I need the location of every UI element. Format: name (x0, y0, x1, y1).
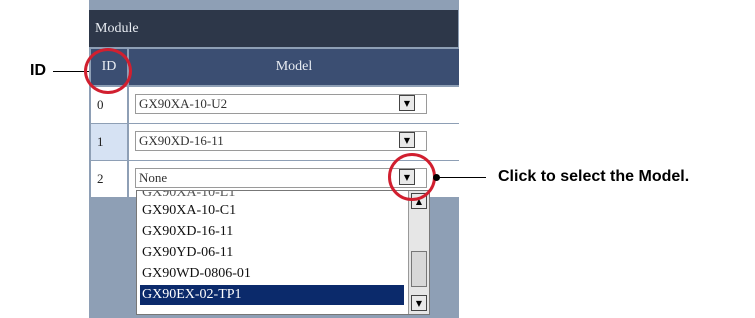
dropdown-scrollbar[interactable]: ▲ ▼ (408, 191, 429, 314)
id-highlight-circle (84, 48, 132, 94)
row-id: 1 (91, 124, 127, 160)
dropdown-option-highlighted[interactable]: GX90EX-02-TP1 (140, 285, 404, 305)
id-callout-label: ID (30, 62, 46, 79)
model-callout-line (437, 177, 486, 178)
dropdown-arrow-icon[interactable]: ▼ (399, 95, 415, 111)
dropdown-option[interactable]: GX90WD-0806-01 (140, 264, 404, 284)
table-row: 0 GX90XA-10-U2 ▼ (91, 87, 459, 123)
model-cell: GX90XA-10-U2 ▼ (129, 87, 459, 123)
dropdown-option[interactable]: GX90XA-10-C1 (140, 201, 404, 221)
dropdown-option[interactable]: GX90YD-06-11 (140, 243, 404, 263)
scrollbar-thumb[interactable] (411, 251, 427, 287)
arrow-highlight-circle (388, 153, 436, 201)
dropdown-option[interactable]: GX90XD-16-11 (140, 222, 404, 242)
module-title: Module (89, 10, 458, 47)
model-callout-label: Click to select the Model. (498, 168, 690, 185)
dropdown-option[interactable]: GX90XA-10-L1 (140, 191, 404, 199)
scroll-down-icon[interactable]: ▼ (411, 295, 427, 311)
model-select[interactable]: GX90XA-10-U2 (135, 94, 427, 114)
dropdown-arrow-icon[interactable]: ▼ (399, 132, 415, 148)
row-id: 2 (91, 161, 127, 197)
model-column-header: Model (129, 49, 459, 85)
model-select[interactable]: GX90XD-16-11 (135, 131, 427, 151)
model-select[interactable]: None (135, 168, 427, 188)
model-dropdown-list[interactable]: GX90XA-10-L1 GX90XA-10-C1 GX90XD-16-11 G… (136, 190, 430, 315)
